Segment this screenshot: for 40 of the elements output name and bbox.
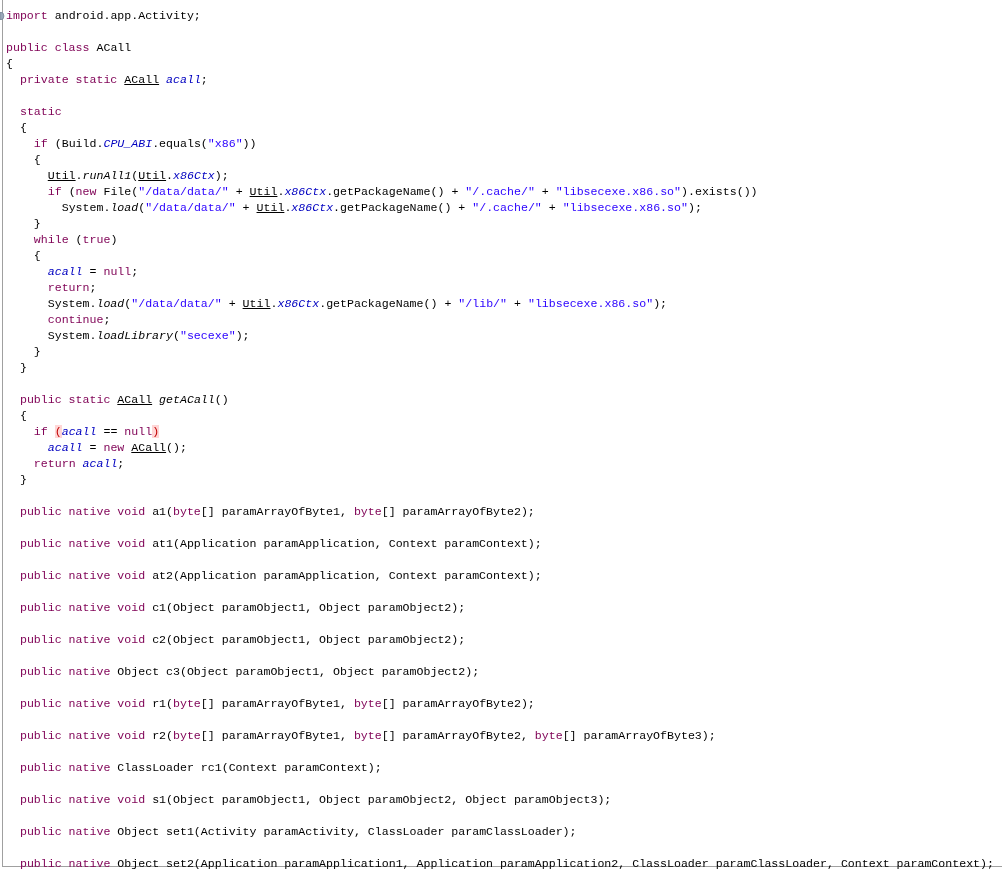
code-line: System.loadLibrary("secexe"); (46, 328, 250, 344)
code-line: public native void a1(byte[] paramArrayOfByte1, byte[] paramArrayOfByte2); (18, 504, 535, 520)
code-line: public native void r1(byte[] paramArrayOfByte1, byte[] paramArrayOfByte2); (18, 696, 535, 712)
fold-marker-icon[interactable] (0, 12, 6, 20)
code-line: static (18, 104, 62, 120)
code-line: { (32, 248, 41, 264)
code-line: acall = new ACall(); (46, 440, 187, 456)
code-line: if (new File("/data/data/" + Util.x86Ctx.getPackageName() + "/.cache/" + "libsecexe.x86.so").exists()) (46, 184, 758, 200)
code-line: public class ACall (6, 40, 132, 56)
code-line: } (18, 472, 27, 488)
code-line: { (6, 56, 13, 72)
code-line: } (32, 216, 41, 232)
code-line: public native void s1(Object paramObject1, Object paramObject2, Object paramObject3); (18, 792, 612, 808)
code-line: } (18, 360, 27, 376)
code-line: public native Object set1(Activity paramActivity, ClassLoader paramClassLoader); (18, 824, 577, 840)
code-line: return; (46, 280, 97, 296)
code-line: public native void c2(Object paramObject1, Object paramObject2); (18, 632, 466, 648)
code-line: public native Object set2(Application paramApplication1, Application paramApplication2, ClassLoader paramClassLoader, Context paramContext); (18, 856, 994, 872)
code-line: continue; (46, 312, 111, 328)
code-line: acall = null; (46, 264, 139, 280)
code-line: public static ACall getACall() (18, 392, 229, 408)
code-line: while (true) (32, 232, 118, 248)
code-line: if (acall == null) (32, 424, 160, 440)
code-line: public native void at1(Application paramApplication, Context paramContext); (18, 536, 542, 552)
code-line: return acall; (32, 456, 125, 472)
code-line: import android.app.Activity; (6, 8, 201, 24)
code-line: public native void c1(Object paramObject1, Object paramObject2); (18, 600, 466, 616)
code-line: { (18, 408, 27, 424)
code-line: { (18, 120, 27, 136)
code-line: System.load("/data/data/" + Util.x86Ctx.getPackageName() + "/lib/" + "libsecexe.x86.so"); (46, 296, 668, 312)
code-line: public native void at2(Application paramApplication, Context paramContext); (18, 568, 542, 584)
code-line: { (32, 152, 41, 168)
code-line: private static ACall acall; (18, 72, 208, 88)
code-line: public native Object c3(Object paramObject1, Object paramObject2); (18, 664, 480, 680)
code-line: Util.runAll1(Util.x86Ctx); (46, 168, 229, 184)
code-line: public native void r2(byte[] paramArrayOfByte1, byte[] paramArrayOfByte2, byte[] paramArrayOfByte3); (18, 728, 716, 744)
code-line: } (32, 344, 41, 360)
code-line: if (Build.CPU_ABI.equals("x86")) (32, 136, 257, 152)
code-line: System.load("/data/data/" + Util.x86Ctx.getPackageName() + "/.cache/" + "libsecexe.x86.so"); (60, 200, 702, 216)
code-line: public native ClassLoader rc1(Context paramContext); (18, 760, 382, 776)
